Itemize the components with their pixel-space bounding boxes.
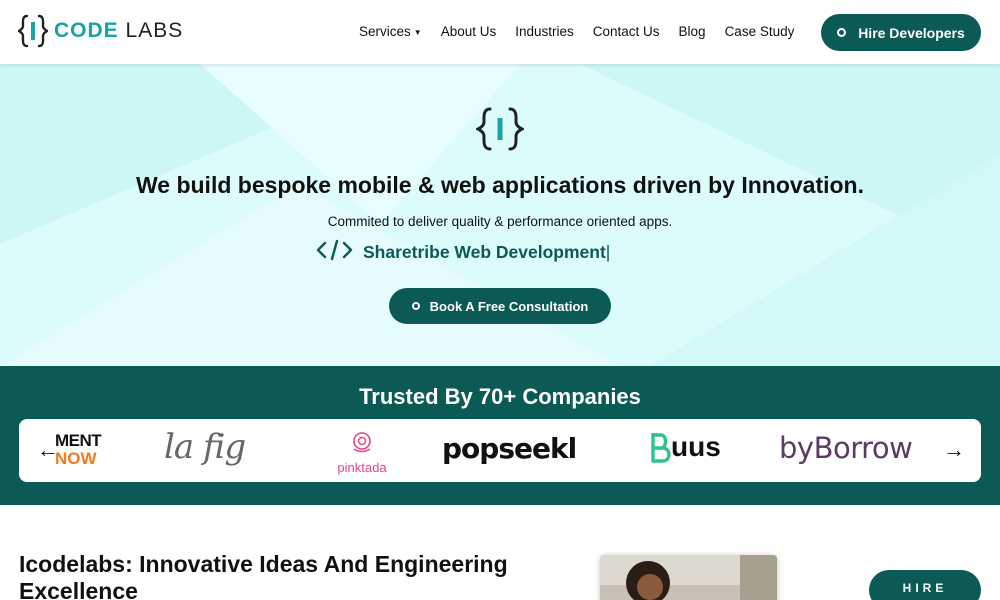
pinktada-shell-icon bbox=[353, 432, 371, 453]
client-logo-byborrow: byBorrow bbox=[779, 431, 913, 465]
pinktada-text: pinktada bbox=[337, 460, 387, 475]
trusted-by-section: Trusted By 70+ Companies MENT NOW ← la f… bbox=[0, 366, 1000, 505]
book-consultation-button[interactable]: Book A Free Consultation bbox=[389, 288, 611, 324]
hire-side-button[interactable]: HIRE bbox=[869, 570, 981, 600]
mentnow-line1: MENT bbox=[55, 431, 102, 450]
typing-headline: Sharetribe Web Development | bbox=[316, 239, 611, 266]
site-logo[interactable]: CODE LABS bbox=[18, 13, 183, 49]
logo-labs-text: LABS bbox=[125, 19, 184, 42]
nav-industries[interactable]: Industries bbox=[515, 24, 574, 39]
brackets-logo-icon bbox=[18, 14, 48, 48]
client-logo-lafig: la fig bbox=[164, 427, 246, 467]
typing-text: Sharetribe Web Development bbox=[363, 241, 606, 262]
main-nav: Services ▼ About Us Industries Contact Us… bbox=[359, 24, 813, 39]
buus-text: uus bbox=[671, 431, 721, 462]
client-logo-carousel: MENT NOW ← la fig pinktada popseekl uus … bbox=[19, 419, 981, 482]
client-logo-buus: uus bbox=[649, 431, 721, 463]
nav-about-us[interactable]: About Us bbox=[441, 24, 497, 39]
buus-b-icon bbox=[651, 433, 671, 463]
logo-code-text: CODE bbox=[54, 19, 119, 42]
arrow-right-icon[interactable]: → bbox=[943, 437, 965, 463]
hire-developers-button[interactable]: Hire Developers bbox=[821, 14, 981, 51]
about-title: Icodelabs: Innovative Ideas And Engineer… bbox=[19, 551, 508, 600]
brackets-logo-icon bbox=[474, 106, 526, 152]
site-header: CODE LABS Services ▼ About Us Industries … bbox=[0, 0, 1000, 64]
about-photo bbox=[600, 555, 777, 600]
nav-blog[interactable]: Blog bbox=[679, 24, 706, 39]
hero-section: We build bespoke mobile & web applicatio… bbox=[0, 64, 1000, 366]
client-logo-popseekl: popseekl bbox=[442, 432, 577, 465]
nav-services[interactable]: Services ▼ bbox=[359, 24, 422, 39]
client-logo-mentnow: MENT NOW bbox=[55, 431, 102, 468]
trusted-title: Trusted By 70+ Companies bbox=[359, 384, 641, 409]
ring-icon bbox=[837, 28, 847, 37]
code-tag-icon bbox=[316, 239, 353, 266]
hire-developers-label: Hire Developers bbox=[858, 24, 965, 41]
nav-case-study[interactable]: Case Study bbox=[725, 24, 795, 39]
arrow-left-icon[interactable]: ← bbox=[37, 437, 59, 463]
hero-title: We build bespoke mobile & web applicatio… bbox=[135, 172, 864, 198]
nav-contact-us[interactable]: Contact Us bbox=[593, 24, 660, 39]
ring-icon bbox=[411, 302, 420, 310]
typing-cursor: | bbox=[605, 241, 611, 262]
mentnow-line2: NOW bbox=[55, 449, 97, 468]
caret-down-icon: ▼ bbox=[413, 27, 422, 37]
logo-wordmark: CODE LABS bbox=[54, 19, 183, 43]
book-consultation-label: Book A Free Consultation bbox=[429, 298, 589, 314]
nav-services-label: Services bbox=[359, 24, 411, 39]
hero-subtitle: Commited to deliver quality & performanc… bbox=[327, 214, 673, 229]
client-logo-pinktada: pinktada bbox=[327, 430, 397, 475]
